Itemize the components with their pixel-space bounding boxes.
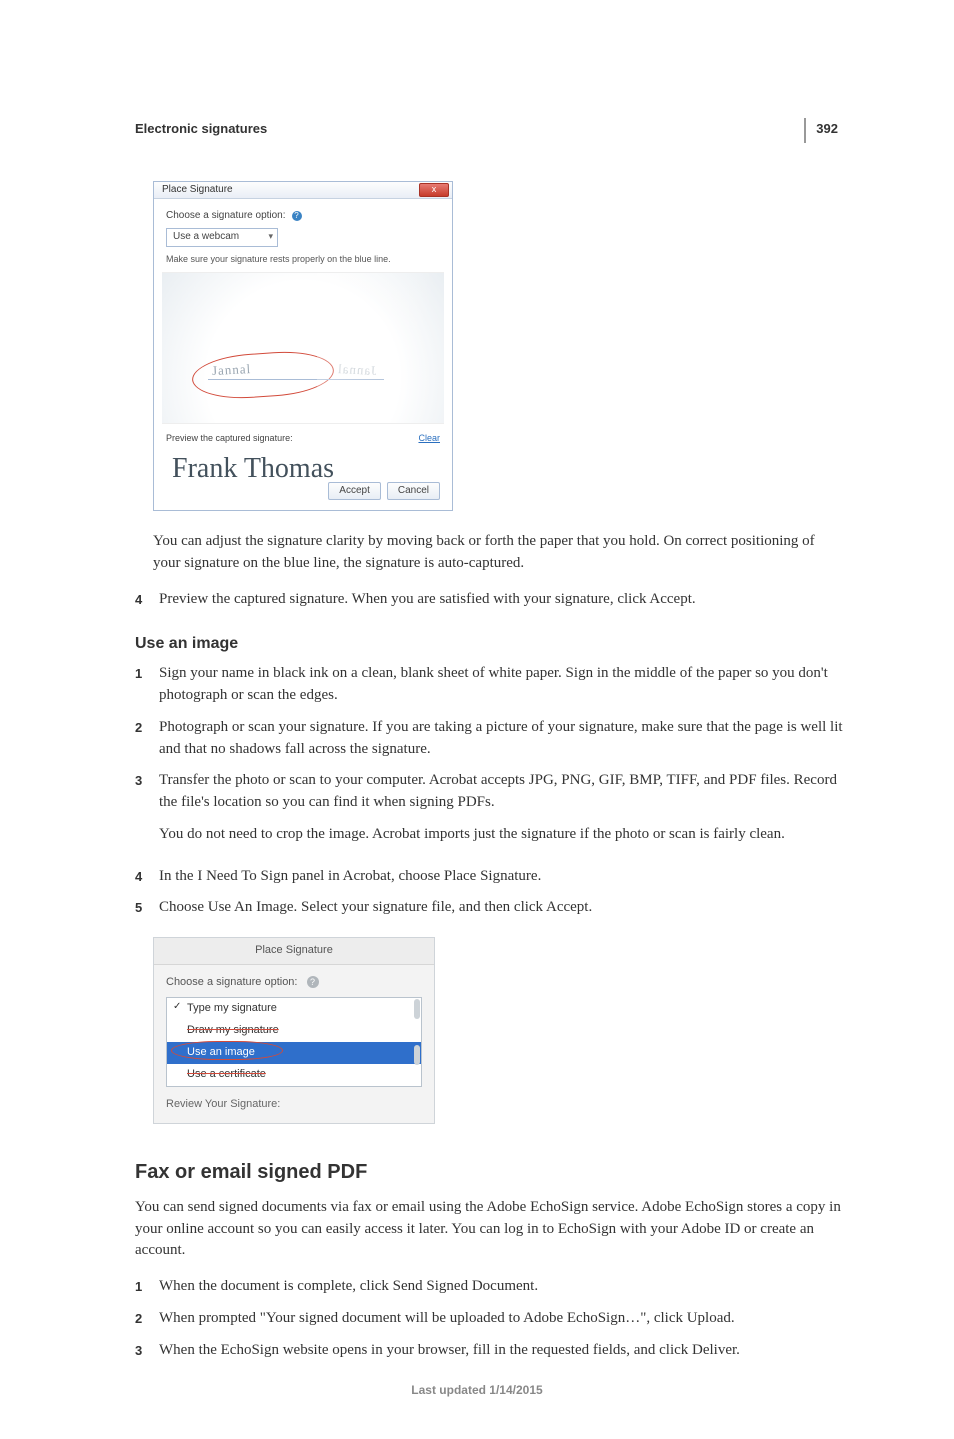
step-text: Preview the captured signature. When you… xyxy=(159,589,844,611)
help-icon[interactable]: ? xyxy=(292,211,302,221)
page: 392 Electronic signatures Place Signatur… xyxy=(0,0,954,1439)
step-number: 3 xyxy=(135,1340,149,1362)
step-text: Transfer the photo or scan to your compu… xyxy=(159,770,844,855)
step-number: 4 xyxy=(135,866,149,888)
webcam-preview-area: Jannal Jannal xyxy=(162,272,444,424)
list-item: 4 Preview the captured signature. When y… xyxy=(135,589,844,611)
step-number: 1 xyxy=(135,663,149,707)
running-head: Electronic signatures xyxy=(135,120,844,139)
step-number: 4 xyxy=(135,589,149,611)
list-item: 2 Photograph or scan your signature. If … xyxy=(135,717,844,761)
help-icon[interactable]: ? xyxy=(307,976,319,988)
dialog-place-signature: Place Signature x Choose a signature opt… xyxy=(153,181,453,511)
step-text: Photograph or scan your signature. If yo… xyxy=(159,717,844,761)
scrollbar-thumb[interactable] xyxy=(414,999,420,1019)
dialog-title: Place Signature xyxy=(154,938,434,965)
step-number: 2 xyxy=(135,1308,149,1330)
step-text: Choose Use An Image. Select your signatu… xyxy=(159,897,844,919)
list-item: 1 When the document is complete, click S… xyxy=(135,1276,844,1298)
webcam-handwriting: Jannal xyxy=(212,360,252,381)
cancel-button[interactable]: Cancel xyxy=(387,482,440,501)
page-number: 392 xyxy=(804,118,844,143)
webcam-handwriting-mirror: Jannal xyxy=(337,360,377,381)
preview-label: Preview the captured signature: xyxy=(166,432,293,445)
option-draw-my-signature[interactable]: Draw my signature xyxy=(167,1020,421,1042)
step-number: 5 xyxy=(135,897,149,919)
page-footer: Last updated 1/14/2015 xyxy=(0,1382,954,1399)
option-type-my-signature[interactable]: Type my signature xyxy=(167,998,421,1020)
step-text: Sign your name in black ink on a clean, … xyxy=(159,663,844,707)
figure-place-signature-webcam: Place Signature x Choose a signature opt… xyxy=(153,181,844,511)
step-text: When prompted "Your signed document will… xyxy=(159,1308,844,1330)
step-number: 1 xyxy=(135,1276,149,1298)
list-item: 3 Transfer the photo or scan to your com… xyxy=(135,770,844,855)
close-icon[interactable]: x xyxy=(419,183,449,197)
step-text: When the EchoSign website opens in your … xyxy=(159,1340,844,1362)
list-item: 4 In the I Need To Sign panel in Acrobat… xyxy=(135,866,844,888)
list-item: 5 Choose Use An Image. Select your signa… xyxy=(135,897,844,919)
signature-option-select[interactable]: Use a webcam xyxy=(166,228,278,247)
step-number: 2 xyxy=(135,717,149,761)
list-item: 3 When the EchoSign website opens in you… xyxy=(135,1340,844,1362)
choose-option-label: Choose a signature option: xyxy=(166,209,286,224)
step-text: In the I Need To Sign panel in Acrobat, … xyxy=(159,866,844,888)
review-signature-label: Review Your Signature: xyxy=(166,1097,422,1113)
body-paragraph: You can adjust the signature clarity by … xyxy=(153,531,844,575)
subheading-use-an-image: Use an image xyxy=(135,632,844,655)
body-paragraph: You can send signed documents via fax or… xyxy=(135,1197,844,1262)
scrollbar-thumb[interactable] xyxy=(414,1045,420,1065)
dialog-titlebar: Place Signature x xyxy=(154,182,452,199)
option-use-a-certificate[interactable]: Use a certificate xyxy=(167,1064,421,1086)
step-text: When the document is complete, click Sen… xyxy=(159,1276,844,1298)
option-use-an-image[interactable]: Use an image xyxy=(167,1042,421,1064)
dialog-title: Place Signature xyxy=(162,183,419,198)
signature-option-menu[interactable]: Type my signature Draw my signature Use … xyxy=(166,997,422,1087)
clear-link[interactable]: Clear xyxy=(418,432,440,445)
heading-fax-or-email: Fax or email signed PDF xyxy=(135,1158,844,1187)
accept-button[interactable]: Accept xyxy=(328,482,381,501)
figure-place-signature-dropdown: Place Signature Choose a signature optio… xyxy=(153,937,435,1124)
instruction-text: Make sure your signature rests properly … xyxy=(166,253,440,266)
list-item: 2 When prompted "Your signed document wi… xyxy=(135,1308,844,1330)
step-number: 3 xyxy=(135,770,149,855)
webcam-mirror: Jannal xyxy=(317,273,444,423)
list-item: 1 Sign your name in black ink on a clean… xyxy=(135,663,844,707)
choose-option-label: Choose a signature option: xyxy=(166,976,297,988)
